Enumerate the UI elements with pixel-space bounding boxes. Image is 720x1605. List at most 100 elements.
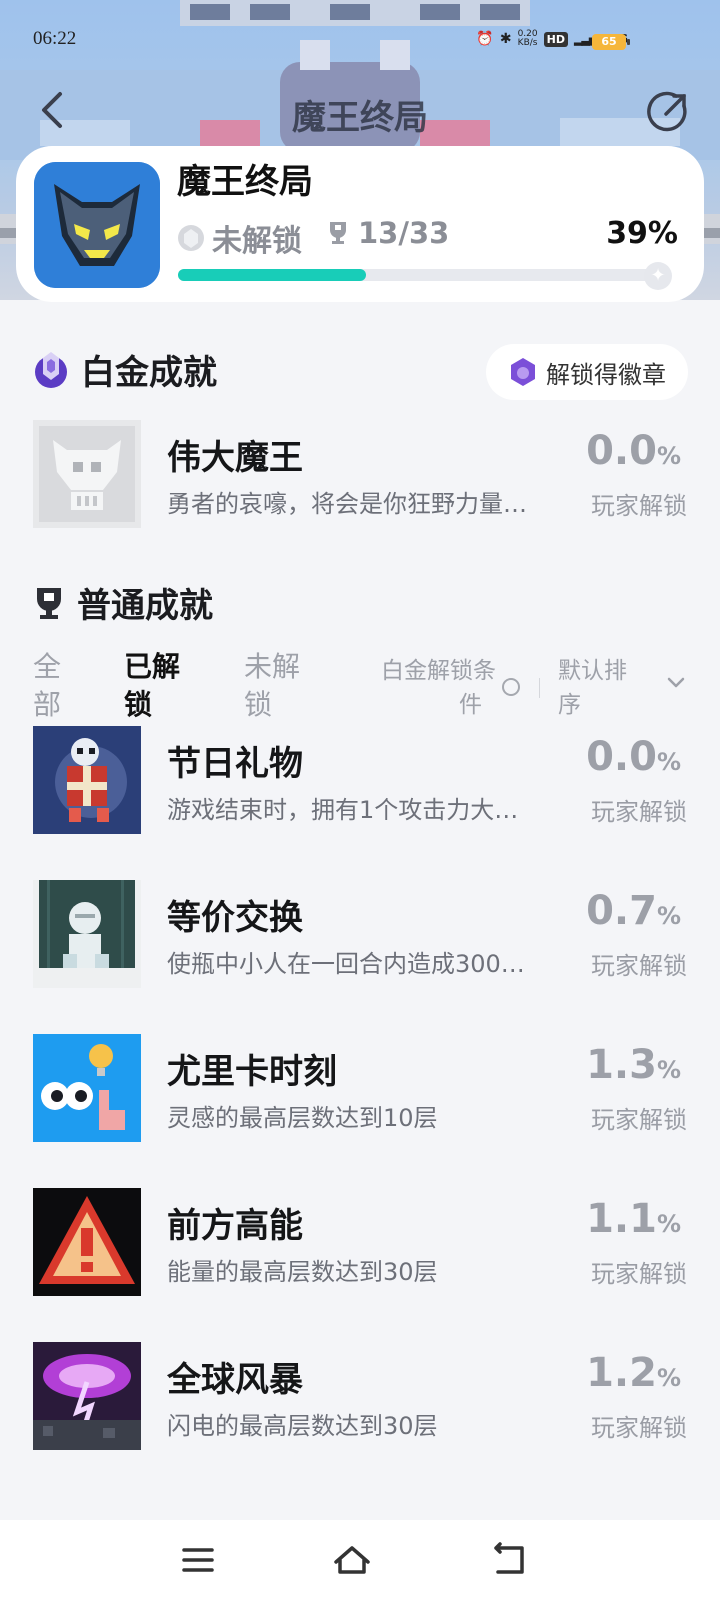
filter-tab-all-line2: 部 [33,688,62,721]
system-nav-bar [0,1520,720,1605]
achievement-sub: 玩家解锁 [591,798,687,826]
achievement-percent: 1.3% [586,1042,681,1088]
sort-dropdown-line1: 默认排 [558,658,627,684]
achievement-percent-value: 0.0 [586,428,657,474]
achievement-desc: 灵感的最高层数达到10层 [167,1104,438,1132]
progress-fill [178,269,366,281]
achievement-percent-unit: % [656,902,681,930]
status-bar: 06:22 ⏰ ✱ 0.20 KB/s HD ▂▃▅▇ 4G 65 [0,0,720,82]
achievement-desc: 能量的最高层数达到30层 [167,1258,438,1286]
achievement-percent: 0.7% [586,888,681,934]
unlock-badge-button[interactable]: 解锁得徽章 [486,344,688,400]
achievement-thumb-eureka-moment [33,1034,141,1142]
achievement-percent-value: 1.3 [586,1042,657,1088]
achievement-sub: 玩家解锁 [591,1414,687,1442]
achievement-thumb-high-energy-ahead [33,1188,141,1296]
achievement-desc: 使瓶中小人在一回合内造成300… [167,950,525,978]
platinum-icon [35,351,67,388]
achievement-item[interactable]: 前方高能 能量的最高层数达到30层 1.1% 玩家解锁 [33,1188,687,1296]
achievement-name: 尤里卡时刻 [167,1052,337,1092]
trophy-count-value: 13/33 [358,216,450,250]
achievement-percent-unit: % [656,1210,681,1238]
filter-tab-locked-line2: 锁 [244,688,273,721]
game-icon [34,162,160,288]
filter-tab-all[interactable]: 全 部 [33,648,103,724]
filter-tab-all-line1: 全 [33,650,62,683]
achievement-name: 全球风暴 [167,1360,303,1400]
achievement-thumb-holiday-gift [33,726,141,834]
normal-section-header: 普通成就 [33,578,213,627]
filter-tab-unlocked[interactable]: 已解 锁 [124,648,194,724]
achievement-sub: 玩家解锁 [591,492,687,520]
bluetooth-icon: ✱ [499,31,512,47]
filter-tab-locked-line1: 未解 [244,650,301,683]
filter-tab-unlocked-line2: 锁 [124,688,153,721]
sort-dropdown-line2: 序 [558,692,581,718]
unlock-badge-label: 解锁得徽章 [546,360,666,389]
achievement-percent: 1.1% [586,1196,681,1242]
achievement-percent-value: 1.1 [586,1196,657,1242]
filter-divider [539,678,540,698]
progress-end-icon: ✦ [644,262,672,290]
page-title: 魔王终局 [292,98,428,138]
achievement-name: 伟大魔王 [167,438,303,478]
achievement-desc: 闪电的最高层数达到30层 [167,1412,438,1440]
achievement-name: 前方高能 [167,1206,303,1246]
lock-state-label: 未解锁 [212,224,302,259]
achievement-sub: 玩家解锁 [591,1106,687,1134]
game-title: 魔王终局 [177,162,313,202]
back-nav-icon [494,1542,524,1574]
badge-icon [511,358,535,386]
platinum-condition-line2: 件 [459,692,482,718]
achievement-thumb-equivalent-exchange [33,880,141,988]
achievement-percent: 1.2% [586,1350,681,1396]
game-summary-card[interactable]: 魔王终局 未解锁 13/33 39% ✦ [16,146,704,302]
net-speed: 0.20 KB/s [518,30,538,48]
share-icon [647,91,687,132]
sort-dropdown[interactable]: 默认排 序 [558,654,648,722]
completion-percent: 39% [606,216,678,251]
platinum-section-header: 白金成就 [33,345,217,394]
menu-icon [182,1548,214,1572]
platinum-lock-state: 未解锁 [176,216,302,260]
achievement-item[interactable]: 尤里卡时刻 灵感的最高层数达到10层 1.3% 玩家解锁 [33,1034,687,1142]
platinum-condition-radio[interactable] [502,678,520,696]
achievement-percent-unit: % [656,1056,681,1084]
trophy-icon [37,587,61,619]
platinum-section-title: 白金成就 [81,353,217,393]
achievement-sub: 玩家解锁 [591,1260,687,1288]
filter-tab-locked[interactable]: 未解 锁 [244,648,314,724]
platinum-trophy-icon [178,225,204,251]
achievement-name: 节日礼物 [167,744,303,784]
achievement-percent: 0.0% [586,428,681,474]
achievement-percent-unit: % [656,442,681,470]
alarm-icon: ⏰ [476,31,494,47]
achievement-percent-value: 0.7 [586,888,657,934]
back-nav-button[interactable] [490,1542,530,1578]
achievement-percent-value: 1.2 [586,1350,657,1396]
menu-button[interactable] [180,1542,220,1578]
achievement-thumb-great-demon-king [33,420,141,528]
achievement-percent: 0.0% [586,734,681,780]
filter-tab-unlocked-line1: 已解 [124,650,181,683]
share-button[interactable] [646,90,690,134]
platinum-condition-toggle[interactable]: 白金解锁条 件 [366,654,496,722]
platinum-condition-line1: 白金解锁条 [381,658,496,684]
completion-progress-bar [178,269,660,281]
achievement-item[interactable]: 全球风暴 闪电的最高层数达到30层 1.2% 玩家解锁 [33,1342,687,1450]
achievement-desc: 勇者的哀嚎，将会是你狂野力量… [167,490,527,518]
trophy-count: 13/33 [328,216,449,250]
achievement-thumb-global-storm [33,1342,141,1450]
chevron-down-icon[interactable] [666,676,686,690]
platinum-achievement-item[interactable]: 伟大魔王 勇者的哀嚎，将会是你狂野力量… 0.0% 玩家解锁 [33,420,687,528]
net-speed-unit: KB/s [517,38,538,48]
trophy-icon [330,222,346,244]
achievement-filter-bar: 全 部 已解 锁 未解 锁 白金解锁条 件 默认排 序 [0,648,720,732]
battery-icon: 65 [592,34,630,50]
achievement-percent-unit: % [656,748,681,776]
achievement-name: 等价交换 [167,898,303,938]
home-icon [334,1546,370,1574]
home-button[interactable] [332,1542,372,1578]
achievement-item[interactable]: 节日礼物 游戏结束时，拥有1个攻击力大… 0.0% 玩家解锁 [33,726,687,834]
achievement-item[interactable]: 等价交换 使瓶中小人在一回合内造成300… 0.7% 玩家解锁 [33,880,687,988]
